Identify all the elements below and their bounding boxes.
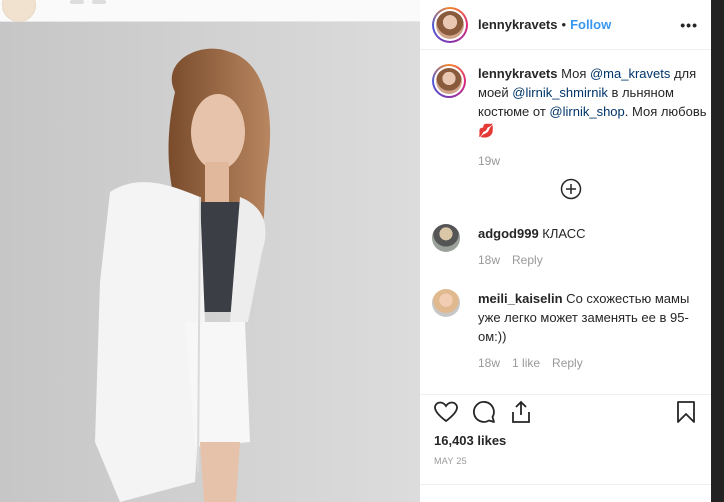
comment-item: adgod999 КЛАСС 18w Reply — [432, 224, 710, 267]
caption-body: lennykravets Моя @ma_kravets для моей @l… — [478, 64, 710, 168]
caption-text-part: . Моя любовь — [624, 104, 707, 119]
comment-meta: 18w 1 like Reply — [478, 356, 698, 370]
commenter-avatar[interactable] — [432, 289, 460, 317]
follow-button[interactable]: Follow — [570, 17, 611, 32]
feed-strip — [0, 0, 420, 22]
post-date[interactable]: MAY 25 — [420, 448, 724, 466]
add-comment-area[interactable] — [420, 484, 724, 502]
like-count[interactable]: 16,403 likes — [420, 429, 724, 448]
caption-text: lennykravets Моя @ma_kravets для моей @l… — [478, 64, 710, 140]
instagram-post-modal: lennykravets • Follow ••• lennykravets М… — [0, 0, 724, 502]
share-icon[interactable] — [510, 400, 532, 429]
post-photo[interactable] — [0, 22, 420, 502]
comment-text: meili_kaiselin Со схожестью мамы уже лег… — [478, 289, 698, 346]
more-comments-icon[interactable] — [560, 178, 582, 200]
action-bar — [420, 395, 724, 429]
heart-icon[interactable] — [434, 401, 458, 428]
commenter-username[interactable]: meili_kaiselin — [478, 291, 563, 306]
mention-link[interactable]: @lirnik_shmirnik — [512, 85, 608, 100]
comment-item: meili_kaiselin Со схожестью мамы уже лег… — [432, 289, 710, 370]
comment-meta: 18w Reply — [478, 253, 586, 267]
comment-content: КЛАСС — [538, 226, 586, 241]
mention-link[interactable]: @ma_kravets — [590, 66, 670, 81]
commenter-avatar[interactable] — [432, 224, 460, 252]
feed-avatar[interactable] — [2, 0, 36, 22]
comment-text: adgod999 КЛАСС — [478, 224, 586, 243]
comment-age[interactable]: 18w — [478, 356, 500, 370]
reply-button[interactable]: Reply — [552, 356, 583, 370]
comments-list: lennykravets Моя @ma_kravets для моей @l… — [420, 50, 724, 395]
caption-text-part: Моя — [557, 66, 590, 81]
comment-body: adgod999 КЛАСС 18w Reply — [460, 224, 586, 267]
feed-dot — [70, 0, 84, 4]
header-separator: • — [561, 17, 567, 32]
caption: lennykravets Моя @ma_kravets для моей @l… — [432, 64, 710, 168]
caption-age[interactable]: 19w — [478, 154, 500, 168]
comment-icon[interactable] — [472, 400, 496, 429]
kiss-emoji: 💋 — [478, 123, 495, 138]
options-icon[interactable]: ••• — [680, 17, 698, 33]
caption-meta: 19w — [478, 154, 710, 168]
post-side-panel: lennykravets • Follow ••• lennykravets М… — [420, 0, 724, 502]
mention-link[interactable]: @lirnik_shop — [549, 104, 624, 119]
caption-username[interactable]: lennykravets — [478, 66, 558, 81]
reply-button[interactable]: Reply — [512, 253, 543, 267]
comment-body: meili_kaiselin Со схожестью мамы уже лег… — [460, 289, 698, 370]
author-avatar[interactable] — [432, 6, 468, 43]
feed-dot — [92, 0, 106, 4]
post-header: lennykravets • Follow ••• — [420, 0, 724, 50]
caption-avatar[interactable] — [432, 64, 466, 98]
commenter-username[interactable]: adgod999 — [478, 226, 539, 241]
backdrop-edge — [711, 0, 724, 502]
bookmark-icon[interactable] — [676, 400, 696, 429]
comment-age[interactable]: 18w — [478, 253, 500, 267]
author-username[interactable]: lennykravets — [478, 17, 558, 32]
comment-likes[interactable]: 1 like — [512, 356, 540, 370]
